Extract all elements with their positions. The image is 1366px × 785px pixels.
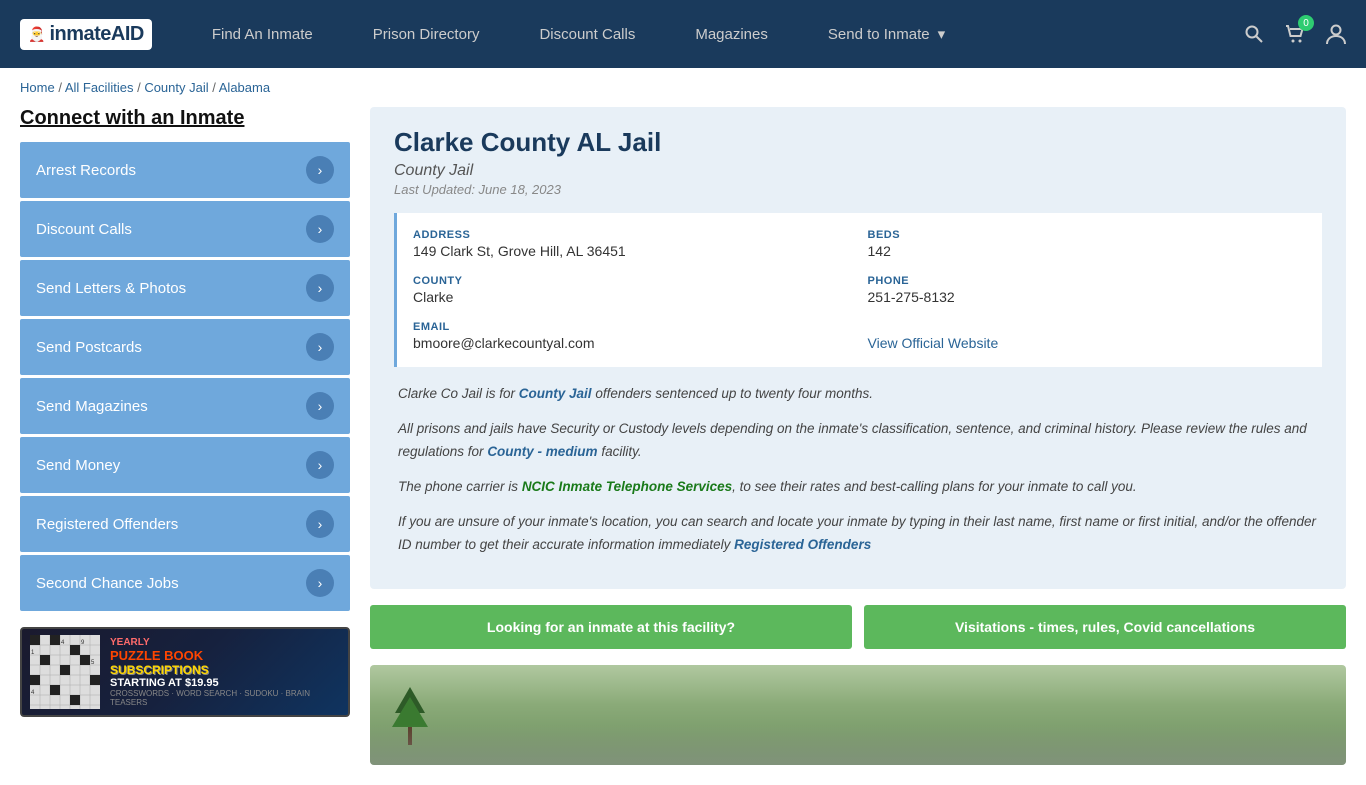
ad-text: YEARLY PUZZLE BOOK SUBSCRIPTIONS STARTIN… xyxy=(110,637,340,707)
chevron-right-icon: › xyxy=(306,451,334,479)
nav-send-to-inmate[interactable]: Send to Inmate ▾ xyxy=(798,0,975,68)
address-block: ADDRESS 149 Clark St, Grove Hill, AL 364… xyxy=(413,229,852,259)
sidebar-item-send-magazines[interactable]: Send Magazines › xyxy=(20,378,350,434)
site-header: 🎅 inmateAID Find An Inmate Prison Direct… xyxy=(0,0,1366,68)
email-label: EMAIL xyxy=(413,321,852,333)
county-medium-link[interactable]: County - medium xyxy=(487,444,597,459)
header-icons: 0 xyxy=(1244,23,1346,45)
facility-card: Clarke County AL Jail County Jail Last U… xyxy=(370,107,1346,589)
sidebar-item-label: Arrest Records xyxy=(36,162,136,179)
dropdown-arrow-icon: ▾ xyxy=(938,25,946,43)
desc-paragraph-1: Clarke Co Jail is for County Jail offend… xyxy=(398,383,1318,406)
sidebar-item-send-postcards[interactable]: Send Postcards › xyxy=(20,319,350,375)
county-value: Clarke xyxy=(413,289,852,305)
county-label: COUNTY xyxy=(413,275,852,287)
desc-paragraph-2: All prisons and jails have Security or C… xyxy=(398,418,1318,464)
desc-paragraph-3: The phone carrier is NCIC Inmate Telepho… xyxy=(398,476,1318,499)
ad-price-label: STARTING AT $19.95 xyxy=(110,677,340,689)
beds-label: BEDS xyxy=(868,229,1307,241)
sidebar-item-label: Registered Offenders xyxy=(36,516,178,533)
ad-puzzle-image: 1 4 9 5 4 xyxy=(30,635,100,709)
looking-for-inmate-button[interactable]: Looking for an inmate at this facility? xyxy=(370,605,852,649)
sidebar-title: Connect with an Inmate xyxy=(20,107,350,130)
beds-value: 142 xyxy=(868,243,1307,259)
phone-block: PHONE 251-275-8132 xyxy=(868,275,1307,305)
main-nav: Find An Inmate Prison Directory Discount… xyxy=(182,0,1244,68)
sidebar-item-second-chance-jobs[interactable]: Second Chance Jobs › xyxy=(20,555,350,611)
email-value: bmoore@clarkecountyal.com xyxy=(413,335,852,351)
desc-paragraph-4: If you are unsure of your inmate's locat… xyxy=(398,511,1318,557)
nav-find-inmate[interactable]: Find An Inmate xyxy=(182,0,343,68)
nav-prison-directory[interactable]: Prison Directory xyxy=(343,0,510,68)
action-buttons: Looking for an inmate at this facility? … xyxy=(370,605,1346,649)
beds-block: BEDS 142 xyxy=(868,229,1307,259)
logo-box: 🎅 inmateAID xyxy=(20,19,152,50)
breadcrumb-county-jail[interactable]: County Jail xyxy=(144,80,208,95)
sidebar-item-label: Send Postcards xyxy=(36,339,142,356)
sidebar-item-label: Send Magazines xyxy=(36,398,148,415)
facility-description: Clarke Co Jail is for County Jail offend… xyxy=(394,383,1322,557)
facility-type: County Jail xyxy=(394,162,1322,180)
registered-offenders-link[interactable]: Registered Offenders xyxy=(734,537,871,552)
ad-puzzle-label: PUZZLE BOOK xyxy=(110,648,203,663)
facility-details: ADDRESS 149 Clark St, Grove Hill, AL 364… xyxy=(394,213,1322,367)
address-label: ADDRESS xyxy=(413,229,852,241)
sidebar-item-arrest-records[interactable]: Arrest Records › xyxy=(20,142,350,198)
breadcrumb-home[interactable]: Home xyxy=(20,80,55,95)
phone-label: PHONE xyxy=(868,275,1307,287)
visitations-button[interactable]: Visitations - times, rules, Covid cancel… xyxy=(864,605,1346,649)
sidebar: Connect with an Inmate Arrest Records › … xyxy=(20,107,350,765)
phone-value: 251-275-8132 xyxy=(868,289,1307,305)
county-jail-link-1[interactable]: County Jail xyxy=(519,386,592,401)
cart-button[interactable]: 0 xyxy=(1284,23,1306,45)
sidebar-item-discount-calls[interactable]: Discount Calls › xyxy=(20,201,350,257)
breadcrumb-all-facilities[interactable]: All Facilities xyxy=(65,80,134,95)
email-block: EMAIL bmoore@clarkecountyal.com xyxy=(413,321,852,351)
nav-magazines[interactable]: Magazines xyxy=(665,0,798,68)
tree-icon xyxy=(390,685,430,745)
sidebar-ad[interactable]: 1 4 9 5 4 YEARLY PUZZLE BOOK SUBSCRIPTIO… xyxy=(20,627,350,717)
chevron-right-icon: › xyxy=(306,392,334,420)
sidebar-item-label: Discount Calls xyxy=(36,221,132,238)
sidebar-item-send-letters[interactable]: Send Letters & Photos › xyxy=(20,260,350,316)
search-icon xyxy=(1244,24,1264,44)
view-website-link[interactable]: View Official Website xyxy=(868,335,999,351)
sidebar-item-label: Second Chance Jobs xyxy=(36,575,179,592)
search-button[interactable] xyxy=(1244,24,1264,44)
chevron-right-icon: › xyxy=(306,333,334,361)
sidebar-item-label: Send Money xyxy=(36,457,120,474)
county-block: COUNTY Clarke xyxy=(413,275,852,305)
ad-yearly-label: YEARLY xyxy=(110,637,340,648)
facility-name: Clarke County AL Jail xyxy=(394,127,1322,158)
breadcrumb-alabama[interactable]: Alabama xyxy=(219,80,270,95)
chevron-right-icon: › xyxy=(306,274,334,302)
content-area: Clarke County AL Jail County Jail Last U… xyxy=(370,107,1346,765)
website-block: View Official Website xyxy=(868,321,1307,351)
chevron-right-icon: › xyxy=(306,215,334,243)
address-value: 149 Clark St, Grove Hill, AL 36451 xyxy=(413,243,852,259)
main-content: Connect with an Inmate Arrest Records › … xyxy=(0,107,1366,785)
facility-image xyxy=(370,665,1346,765)
logo-text: inmateAID xyxy=(49,23,143,46)
sidebar-item-send-money[interactable]: Send Money › xyxy=(20,437,350,493)
user-button[interactable] xyxy=(1326,23,1346,45)
sidebar-item-registered-offenders[interactable]: Registered Offenders › xyxy=(20,496,350,552)
cart-badge: 0 xyxy=(1298,15,1314,31)
nav-discount-calls[interactable]: Discount Calls xyxy=(509,0,665,68)
chevron-right-icon: › xyxy=(306,156,334,184)
breadcrumb: Home / All Facilities / County Jail / Al… xyxy=(0,68,1366,107)
logo-hat-icon: 🎅 xyxy=(28,26,45,43)
sidebar-item-label: Send Letters & Photos xyxy=(36,280,186,297)
chevron-right-icon: › xyxy=(306,569,334,597)
sidebar-menu: Arrest Records › Discount Calls › Send L… xyxy=(20,142,350,611)
ad-subscriptions-label: SUBSCRIPTIONS xyxy=(110,663,340,677)
chevron-right-icon: › xyxy=(306,510,334,538)
ncic-link[interactable]: NCIC Inmate Telephone Services xyxy=(522,479,732,494)
ad-types-label: CROSSWORDS · WORD SEARCH · SUDOKU · BRAI… xyxy=(110,689,340,707)
facility-updated: Last Updated: June 18, 2023 xyxy=(394,182,1322,197)
logo-area[interactable]: 🎅 inmateAID xyxy=(20,19,152,50)
user-icon xyxy=(1326,23,1346,45)
